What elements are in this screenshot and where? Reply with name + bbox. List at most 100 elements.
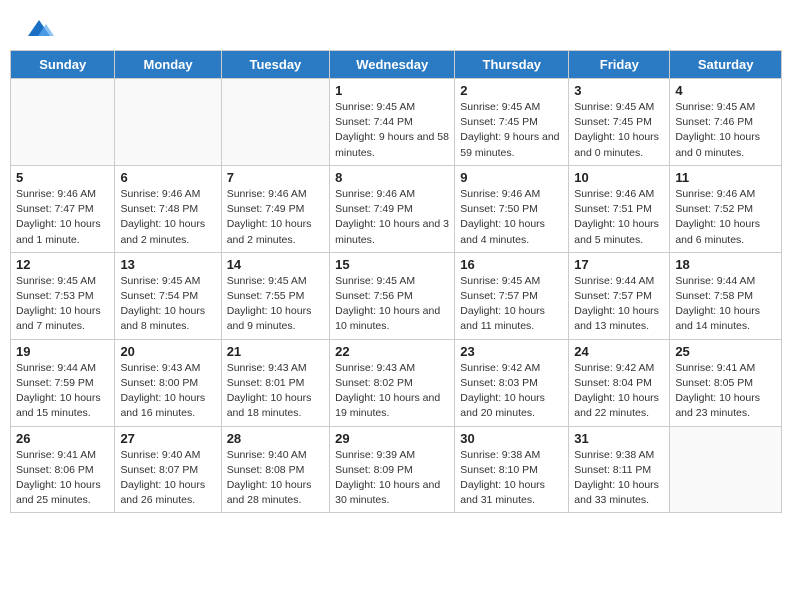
calendar-cell: 15 Sunrise: 9:45 AM Sunset: 7:56 PM Dayli…: [330, 252, 455, 339]
calendar-cell: 17 Sunrise: 9:44 AM Sunset: 7:57 PM Dayli…: [569, 252, 670, 339]
day-number: 4: [675, 83, 776, 98]
cell-info: Sunrise: 9:39 AM Sunset: 8:09 PM Dayligh…: [335, 448, 449, 509]
calendar-cell: 18 Sunrise: 9:44 AM Sunset: 7:58 PM Dayli…: [670, 252, 782, 339]
cell-info: Sunrise: 9:46 AM Sunset: 7:48 PM Dayligh…: [120, 187, 215, 248]
weekday-header-cell: Tuesday: [221, 51, 329, 79]
day-number: 12: [16, 257, 109, 272]
cell-info: Sunrise: 9:43 AM Sunset: 8:02 PM Dayligh…: [335, 361, 449, 422]
calendar-cell: 5Sunrise: 9:46 AM Sunset: 7:47 PM Daylig…: [11, 165, 115, 252]
calendar-cell: 11Sunrise: 9:46 AM Sunset: 7:52 PM Dayli…: [670, 165, 782, 252]
calendar-cell: 24 Sunrise: 9:42 AM Sunset: 8:04 PM Dayli…: [569, 339, 670, 426]
weekday-header-cell: Thursday: [455, 51, 569, 79]
calendar-cell: 29 Sunrise: 9:39 AM Sunset: 8:09 PM Dayli…: [330, 426, 455, 513]
cell-info: Sunrise: 9:38 AM Sunset: 8:10 PM Dayligh…: [460, 448, 563, 509]
calendar-cell: 9 Sunrise: 9:46 AM Sunset: 7:50 PM Daylig…: [455, 165, 569, 252]
calendar-week-row: 1 Sunrise: 9:45 AM Sunset: 7:44 PM Daylig…: [11, 79, 782, 166]
day-number: 8: [335, 170, 449, 185]
cell-info: Sunrise: 9:44 AM Sunset: 7:57 PM Dayligh…: [574, 274, 664, 335]
day-number: 3: [574, 83, 664, 98]
calendar-cell: 2 Sunrise: 9:45 AM Sunset: 7:45 PM Daylig…: [455, 79, 569, 166]
day-number: 23: [460, 344, 563, 359]
cell-info: Sunrise: 9:42 AM Sunset: 8:04 PM Dayligh…: [574, 361, 664, 422]
calendar-cell: 13Sunrise: 9:45 AM Sunset: 7:54 PM Dayli…: [115, 252, 221, 339]
cell-info: Sunrise: 9:45 AM Sunset: 7:54 PM Dayligh…: [120, 274, 215, 335]
day-number: 26: [16, 431, 109, 446]
day-number: 2: [460, 83, 563, 98]
calendar-cell: 14 Sunrise: 9:45 AM Sunset: 7:55 PM Dayli…: [221, 252, 329, 339]
calendar-cell: 12 Sunrise: 9:45 AM Sunset: 7:53 PM Dayli…: [11, 252, 115, 339]
calendar-wrapper: SundayMondayTuesdayWednesdayThursdayFrid…: [0, 50, 792, 523]
weekday-header-cell: Monday: [115, 51, 221, 79]
cell-info: Sunrise: 9:45 AM Sunset: 7:53 PM Dayligh…: [16, 274, 109, 335]
calendar-cell: 1 Sunrise: 9:45 AM Sunset: 7:44 PM Daylig…: [330, 79, 455, 166]
calendar-week-row: 5Sunrise: 9:46 AM Sunset: 7:47 PM Daylig…: [11, 165, 782, 252]
cell-info: Sunrise: 9:40 AM Sunset: 8:07 PM Dayligh…: [120, 448, 215, 509]
day-number: 25: [675, 344, 776, 359]
calendar-cell: 10 Sunrise: 9:46 AM Sunset: 7:51 PM Dayli…: [569, 165, 670, 252]
cell-info: Sunrise: 9:43 AM Sunset: 8:00 PM Dayligh…: [120, 361, 215, 422]
cell-info: Sunrise: 9:45 AM Sunset: 7:46 PM Dayligh…: [675, 100, 776, 161]
cell-info: Sunrise: 9:45 AM Sunset: 7:45 PM Dayligh…: [460, 100, 563, 161]
calendar-cell: 20 Sunrise: 9:43 AM Sunset: 8:00 PM Dayli…: [115, 339, 221, 426]
calendar-cell: 8 Sunrise: 9:46 AM Sunset: 7:49 PM Daylig…: [330, 165, 455, 252]
cell-info: Sunrise: 9:46 AM Sunset: 7:49 PM Dayligh…: [335, 187, 449, 248]
calendar-cell: 25Sunrise: 9:41 AM Sunset: 8:05 PM Dayli…: [670, 339, 782, 426]
day-number: 27: [120, 431, 215, 446]
cell-info: Sunrise: 9:44 AM Sunset: 7:59 PM Dayligh…: [16, 361, 109, 422]
calendar-cell: 21 Sunrise: 9:43 AM Sunset: 8:01 PM Dayli…: [221, 339, 329, 426]
logo-text: [20, 12, 54, 42]
cell-info: Sunrise: 9:45 AM Sunset: 7:56 PM Dayligh…: [335, 274, 449, 335]
calendar-cell: 23Sunrise: 9:42 AM Sunset: 8:03 PM Dayli…: [455, 339, 569, 426]
page-container: SundayMondayTuesdayWednesdayThursdayFrid…: [0, 0, 792, 523]
cell-info: Sunrise: 9:46 AM Sunset: 7:52 PM Dayligh…: [675, 187, 776, 248]
day-number: 7: [227, 170, 324, 185]
weekday-header-cell: Saturday: [670, 51, 782, 79]
day-number: 20: [120, 344, 215, 359]
calendar-week-row: 19 Sunrise: 9:44 AM Sunset: 7:59 PM Dayli…: [11, 339, 782, 426]
day-number: 14: [227, 257, 324, 272]
day-number: 29: [335, 431, 449, 446]
cell-info: Sunrise: 9:46 AM Sunset: 7:50 PM Dayligh…: [460, 187, 563, 248]
day-number: 1: [335, 83, 449, 98]
calendar-cell: 7 Sunrise: 9:46 AM Sunset: 7:49 PM Daylig…: [221, 165, 329, 252]
day-number: 21: [227, 344, 324, 359]
calendar-cell: 22 Sunrise: 9:43 AM Sunset: 8:02 PM Dayli…: [330, 339, 455, 426]
day-number: 24: [574, 344, 664, 359]
cell-info: Sunrise: 9:45 AM Sunset: 7:55 PM Dayligh…: [227, 274, 324, 335]
calendar-cell: [115, 79, 221, 166]
calendar-cell: 28 Sunrise: 9:40 AM Sunset: 8:08 PM Dayli…: [221, 426, 329, 513]
cell-info: Sunrise: 9:44 AM Sunset: 7:58 PM Dayligh…: [675, 274, 776, 335]
day-number: 28: [227, 431, 324, 446]
day-number: 22: [335, 344, 449, 359]
calendar-cell: 6 Sunrise: 9:46 AM Sunset: 7:48 PM Daylig…: [115, 165, 221, 252]
calendar-cell: 4 Sunrise: 9:45 AM Sunset: 7:46 PM Daylig…: [670, 79, 782, 166]
calendar-cell: 16Sunrise: 9:45 AM Sunset: 7:57 PM Dayli…: [455, 252, 569, 339]
calendar-cell: 31 Sunrise: 9:38 AM Sunset: 8:11 PM Dayli…: [569, 426, 670, 513]
day-number: 10: [574, 170, 664, 185]
day-number: 31: [574, 431, 664, 446]
calendar-cell: 19 Sunrise: 9:44 AM Sunset: 7:59 PM Dayli…: [11, 339, 115, 426]
day-number: 9: [460, 170, 563, 185]
cell-info: Sunrise: 9:43 AM Sunset: 8:01 PM Dayligh…: [227, 361, 324, 422]
calendar-cell: [670, 426, 782, 513]
day-number: 15: [335, 257, 449, 272]
cell-info: Sunrise: 9:41 AM Sunset: 8:06 PM Dayligh…: [16, 448, 109, 509]
day-number: 19: [16, 344, 109, 359]
day-number: 6: [120, 170, 215, 185]
calendar-week-row: 12 Sunrise: 9:45 AM Sunset: 7:53 PM Dayli…: [11, 252, 782, 339]
calendar-cell: 27 Sunrise: 9:40 AM Sunset: 8:07 PM Dayli…: [115, 426, 221, 513]
calendar-table: SundayMondayTuesdayWednesdayThursdayFrid…: [10, 50, 782, 513]
day-number: 18: [675, 257, 776, 272]
cell-info: Sunrise: 9:45 AM Sunset: 7:44 PM Dayligh…: [335, 100, 449, 161]
logo: [20, 12, 54, 42]
cell-info: Sunrise: 9:40 AM Sunset: 8:08 PM Dayligh…: [227, 448, 324, 509]
weekday-header-cell: Wednesday: [330, 51, 455, 79]
cell-info: Sunrise: 9:38 AM Sunset: 8:11 PM Dayligh…: [574, 448, 664, 509]
cell-info: Sunrise: 9:45 AM Sunset: 7:57 PM Dayligh…: [460, 274, 563, 335]
day-number: 30: [460, 431, 563, 446]
calendar-cell: 26 Sunrise: 9:41 AM Sunset: 8:06 PM Dayli…: [11, 426, 115, 513]
cell-info: Sunrise: 9:46 AM Sunset: 7:49 PM Dayligh…: [227, 187, 324, 248]
cell-info: Sunrise: 9:46 AM Sunset: 7:51 PM Dayligh…: [574, 187, 664, 248]
logo-icon: [24, 12, 54, 42]
day-number: 17: [574, 257, 664, 272]
